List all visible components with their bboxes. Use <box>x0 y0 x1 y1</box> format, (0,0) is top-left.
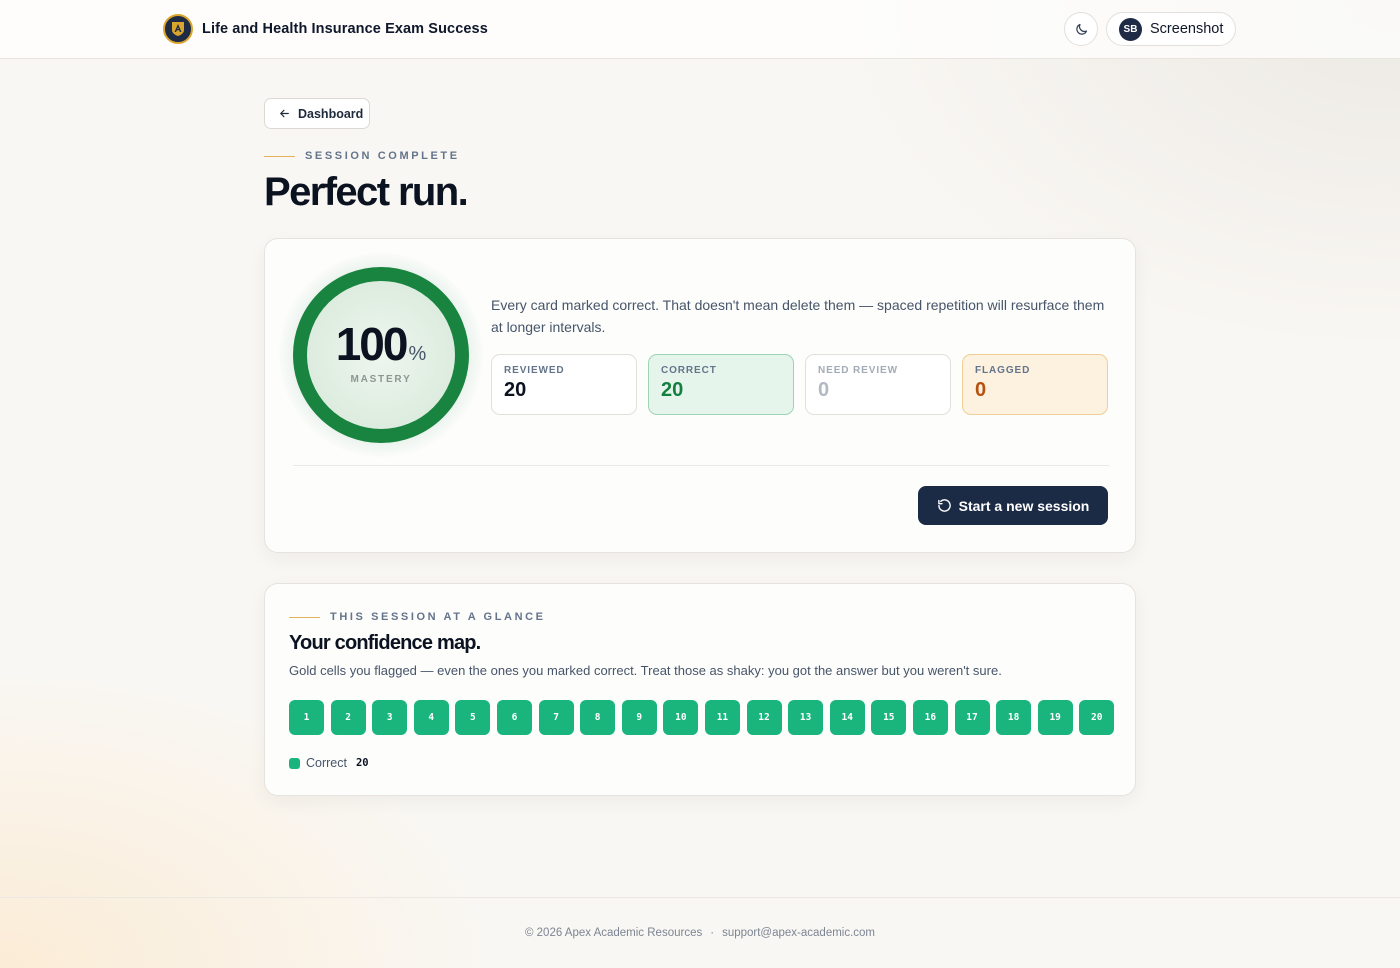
eyebrow-text: SESSION COMPLETE <box>305 150 460 162</box>
refresh-icon <box>937 499 951 512</box>
start-new-session-label: Start a new session <box>958 497 1090 514</box>
legend-swatch <box>289 757 300 769</box>
footer-email-link[interactable]: support@apex-academic.com <box>722 927 875 939</box>
confidence-cell[interactable]: 15 <box>871 700 907 735</box>
theme-toggle-button[interactable] <box>1064 12 1098 46</box>
confidence-cell[interactable]: 4 <box>413 700 449 735</box>
stat-label: FLAGGED <box>975 365 1031 376</box>
map-legend: Correct 20 <box>289 756 369 770</box>
footer: © 2026 Apex Academic Resources · support… <box>0 897 1400 968</box>
confidence-cell[interactable]: 14 <box>829 700 865 735</box>
confidence-cell[interactable]: 6 <box>496 700 532 735</box>
confidence-cell[interactable]: 11 <box>704 700 740 735</box>
confidence-cells: 1 2 3 4 5 6 7 8 9 10 11 12 13 14 15 16 17 18 19 20 <box>289 700 1115 735</box>
stat-reviewed: REVIEWED 20 <box>491 354 637 415</box>
mastery-value: 100% <box>293 317 469 371</box>
confidence-cell[interactable]: 7 <box>538 700 574 735</box>
stat-value: 0 <box>818 379 830 401</box>
user-menu-button[interactable]: SB Screenshot <box>1106 12 1236 46</box>
stat-value: 20 <box>504 379 527 401</box>
map-eyebrow: THIS SESSION AT A GLANCE <box>289 611 546 623</box>
mastery-ring: 100% MASTERY <box>279 253 483 457</box>
confidence-cell[interactable]: 18 <box>996 700 1032 735</box>
confidence-cell[interactable]: 2 <box>330 700 366 735</box>
eyebrow-text: THIS SESSION AT A GLANCE <box>330 611 546 623</box>
confidence-cell[interactable]: 20 <box>1079 700 1115 735</box>
eyebrow-rule <box>289 616 320 618</box>
confidence-cell[interactable]: 13 <box>788 700 824 735</box>
summary-message: Every card marked correct. That doesn't … <box>491 297 1105 335</box>
stat-label: NEED REVIEW <box>818 365 898 376</box>
confidence-map-card: THIS SESSION AT A GLANCE Your confidence… <box>264 583 1136 796</box>
confidence-cell[interactable]: 19 <box>1037 700 1073 735</box>
arrow-left-icon <box>280 109 289 118</box>
avatar: SB <box>1119 17 1142 41</box>
stat-need-review: NEED REVIEW 0 <box>805 354 951 415</box>
dashboard-back-button[interactable]: Dashboard <box>264 98 370 129</box>
confidence-map-description: Gold cells you flagged — even the ones y… <box>289 663 1002 678</box>
legend-count: 20 <box>355 757 369 769</box>
confidence-cell[interactable]: 17 <box>954 700 990 735</box>
mastery-number: 100 <box>335 318 409 370</box>
confidence-cell[interactable]: 10 <box>663 700 699 735</box>
footer-separator: · <box>710 927 715 939</box>
card-divider <box>293 465 1109 466</box>
back-label: Dashboard <box>298 106 364 121</box>
stat-correct: CORRECT 20 <box>648 354 794 415</box>
user-name: Screenshot <box>1150 21 1224 37</box>
confidence-cell[interactable]: 16 <box>912 700 948 735</box>
brand[interactable]: Life and Health Insurance Exam Success <box>163 14 488 44</box>
confidence-cell[interactable]: 8 <box>580 700 616 735</box>
legend-label: Correct <box>306 756 347 770</box>
stat-value: 20 <box>661 379 684 401</box>
session-summary-card: 100% MASTERY Every card marked correct. … <box>264 238 1136 553</box>
moon-icon <box>1075 23 1087 35</box>
eyebrow-rule <box>264 155 295 157</box>
mastery-unit: % <box>408 343 427 365</box>
mastery-label: MASTERY <box>350 374 412 385</box>
confidence-cell[interactable]: 9 <box>621 700 657 735</box>
stat-value: 0 <box>975 379 987 401</box>
confidence-cell[interactable]: 3 <box>372 700 408 735</box>
stat-label: REVIEWED <box>504 365 565 376</box>
confidence-map-title: Your confidence map. <box>289 632 481 654</box>
confidence-cell[interactable]: 12 <box>746 700 782 735</box>
start-new-session-button[interactable]: Start a new session <box>918 486 1108 525</box>
session-eyebrow: SESSION COMPLETE <box>264 150 460 162</box>
page-title: Perfect run. <box>264 170 469 214</box>
top-bar: Life and Health Insurance Exam Success S… <box>0 0 1400 59</box>
confidence-cell[interactable]: 1 <box>289 700 324 735</box>
academy-shield-icon <box>163 14 193 44</box>
app-title: Life and Health Insurance Exam Success <box>202 21 488 37</box>
stat-flagged: FLAGGED 0 <box>962 354 1108 415</box>
stat-label: CORRECT <box>661 365 717 376</box>
confidence-cell[interactable]: 5 <box>455 700 491 735</box>
footer-copyright: © 2026 Apex Academic Resources <box>524 927 703 939</box>
